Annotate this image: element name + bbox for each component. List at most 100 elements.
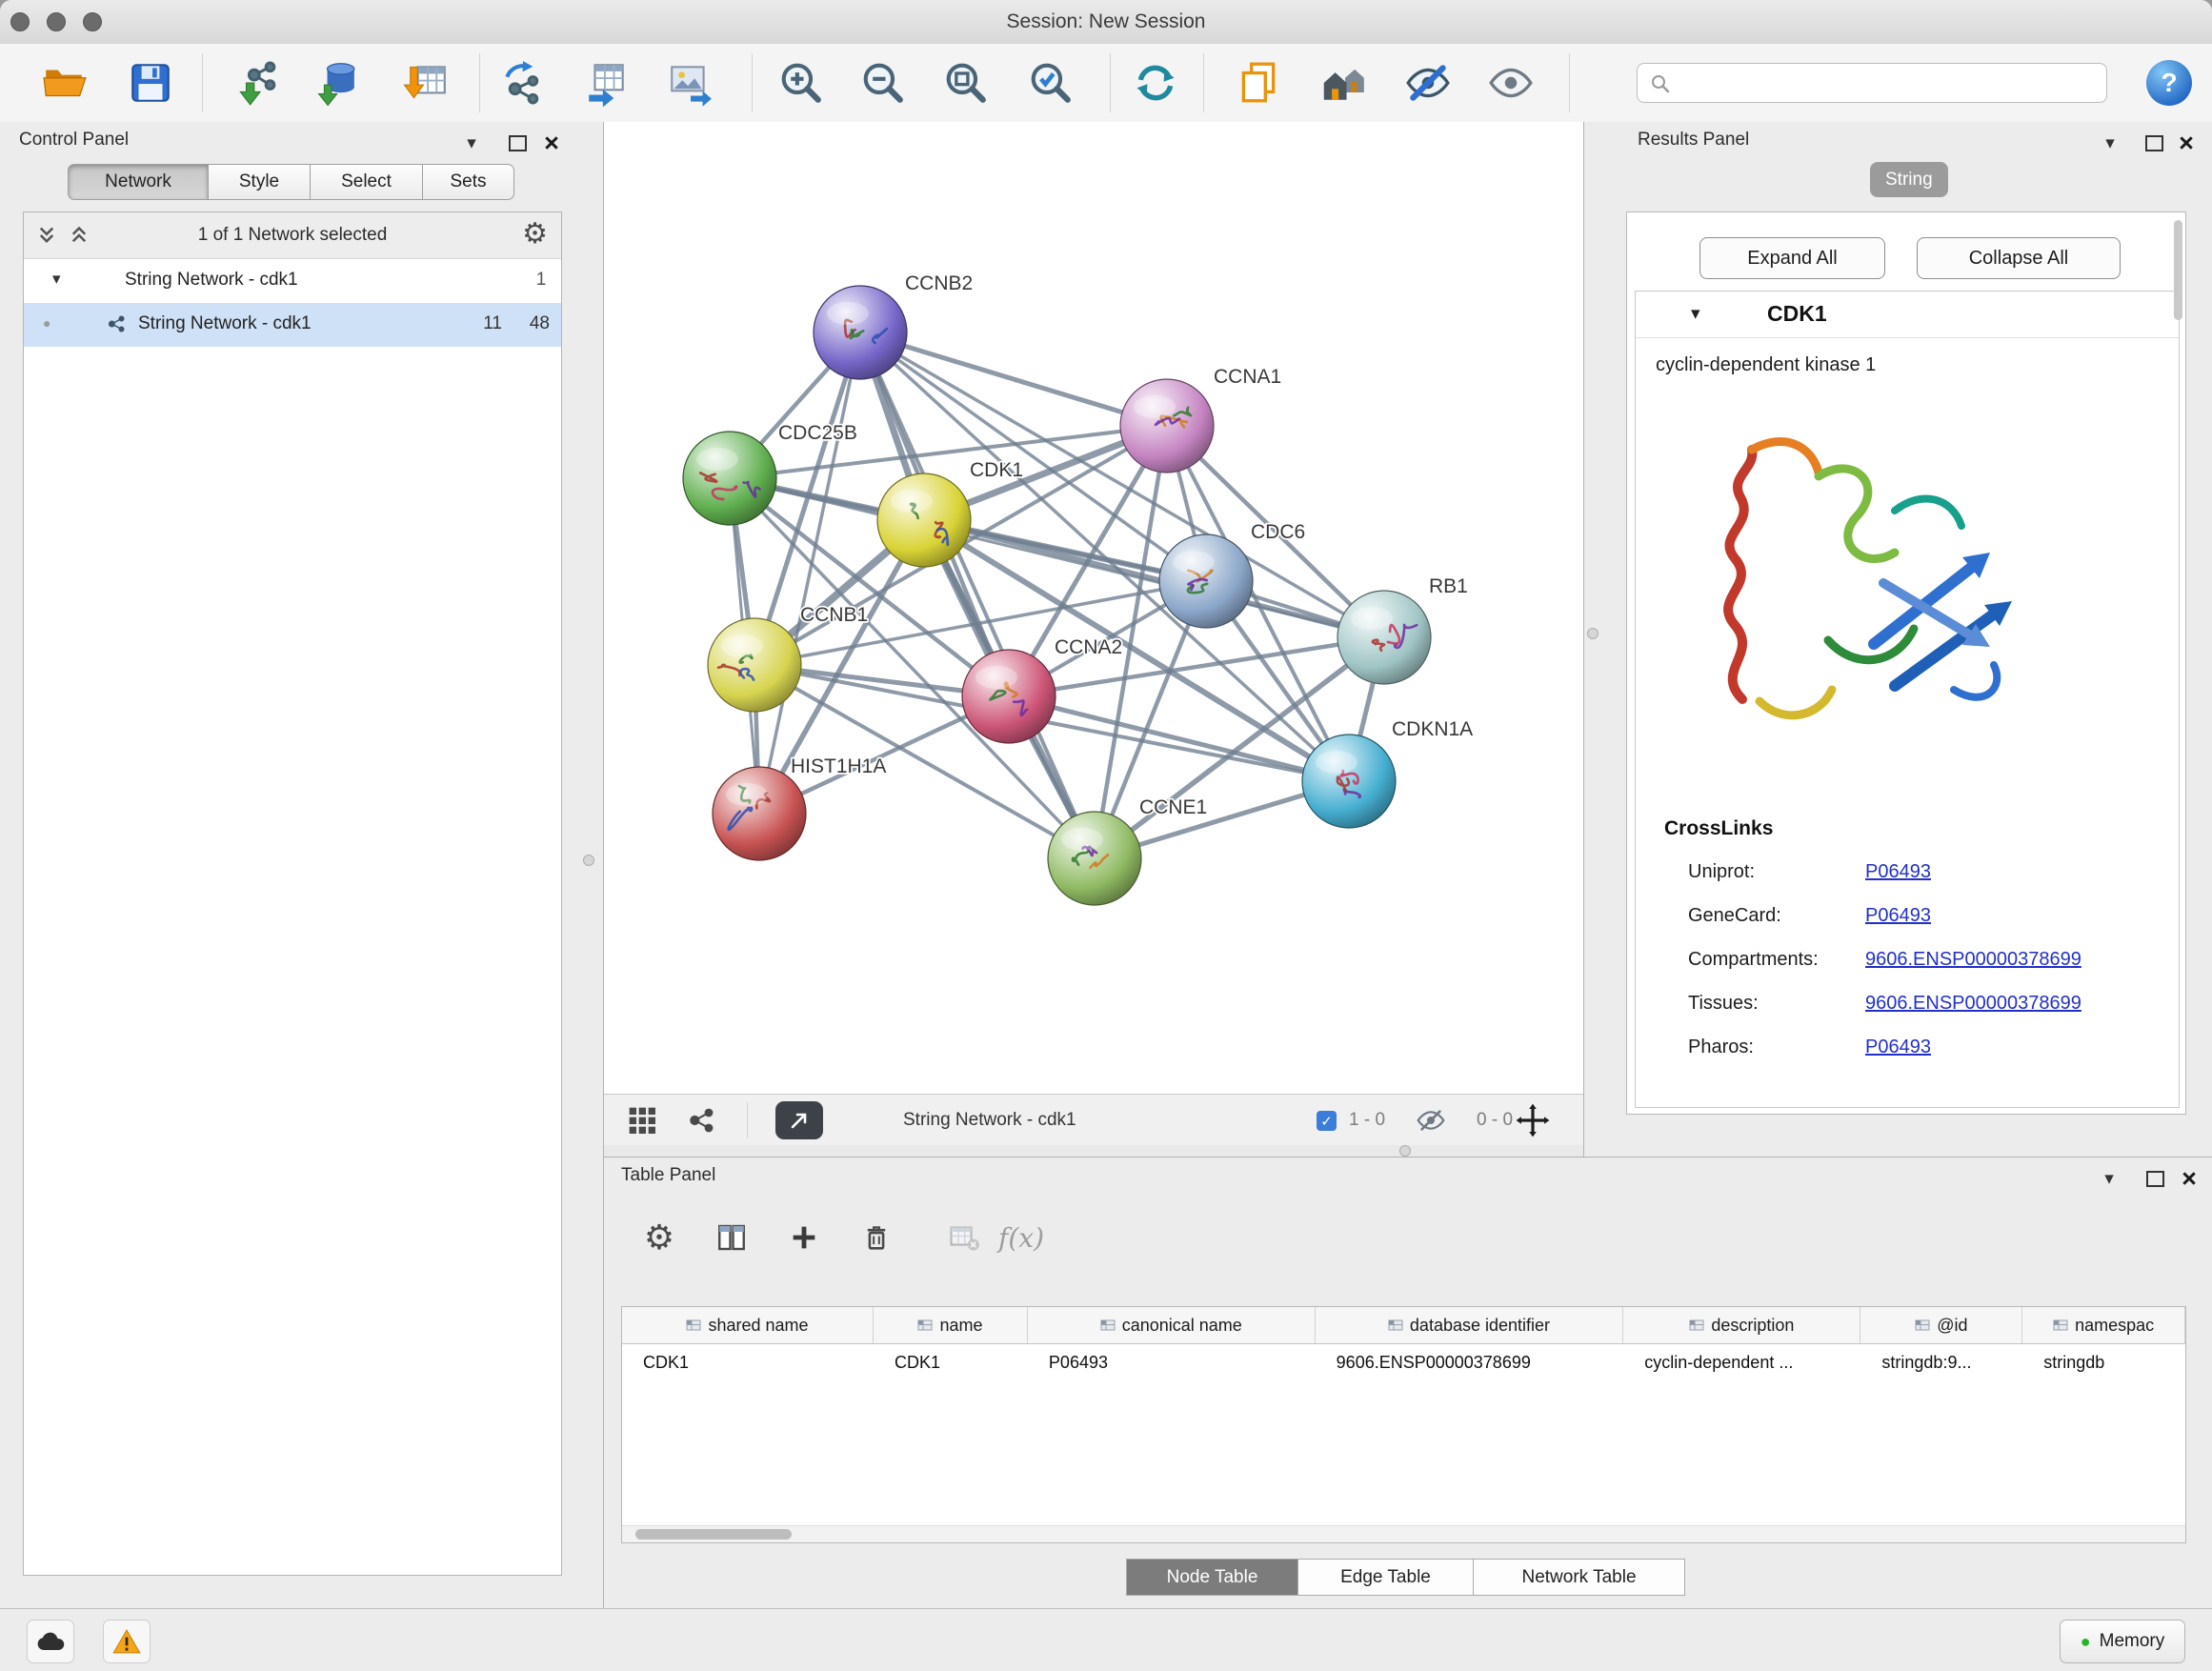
crosslink-pharos[interactable]: P06493 (1865, 1037, 1931, 1058)
table-row[interactable]: CDK1CDK1P064939606.ENSP00000378699cyclin… (622, 1344, 2185, 1380)
warnings-button[interactable] (103, 1620, 151, 1663)
delete-table-button[interactable] (939, 1213, 989, 1262)
apply-layout-button[interactable] (1130, 57, 1181, 109)
search-input[interactable] (1679, 66, 2102, 100)
network-node-CCNB2[interactable] (814, 286, 907, 379)
table-cell[interactable]: stringdb:9... (1860, 1344, 2022, 1380)
network-node-CCNE1[interactable] (1048, 812, 1141, 905)
export-image-button[interactable] (664, 57, 715, 109)
network-edge[interactable] (860, 332, 1095, 858)
export-table-button[interactable] (581, 57, 633, 109)
network-node-CDK1[interactable] (877, 473, 971, 567)
column-header--id[interactable]: @id (1860, 1307, 2022, 1343)
tab-sets[interactable]: Sets (423, 164, 514, 200)
import-network-database-button[interactable] (312, 57, 364, 109)
external-link-arrow-icon (788, 1109, 811, 1132)
network-node-CDC25B[interactable] (683, 432, 776, 525)
node-label-HIST1H1A: HIST1H1A (791, 755, 886, 777)
results-panel-close-button[interactable]: × (2171, 126, 2202, 160)
network-row-selected[interactable]: ● String Network - cdk1 11 48 (24, 303, 561, 347)
tab-network[interactable]: Network (68, 164, 209, 200)
open-in-new-view-button[interactable] (775, 1101, 823, 1139)
control-panel-close-button[interactable]: × (536, 126, 567, 160)
table-options-button[interactable]: ⚙ (634, 1213, 684, 1262)
results-panel-float-button[interactable] (2139, 126, 2169, 160)
pan-mode-button[interactable] (1515, 1095, 1551, 1146)
table-cell[interactable]: stringdb (2022, 1344, 2185, 1380)
open-session-button[interactable] (39, 57, 90, 109)
table-panel-close-button[interactable]: × (2174, 1161, 2204, 1196)
tab-string[interactable]: String (1870, 162, 1948, 197)
column-header-canonical-name[interactable]: canonical name (1028, 1307, 1316, 1343)
column-header-namespac[interactable]: namespac (2022, 1307, 2185, 1343)
control-panel-float-button[interactable] (502, 126, 533, 160)
table-panel-collapse-button[interactable]: ▾ (2094, 1161, 2124, 1196)
help-button[interactable]: ? (2146, 60, 2192, 106)
table-cell[interactable]: 9606.ENSP00000378699 (1316, 1344, 1624, 1380)
tab-style[interactable]: Style (209, 164, 311, 200)
save-session-button[interactable] (125, 57, 176, 109)
expand-all-button[interactable]: Expand All (1699, 237, 1885, 279)
network-edge[interactable] (759, 332, 860, 814)
control-panel-collapse-button[interactable]: ▾ (456, 126, 487, 160)
new-network-button[interactable] (497, 57, 549, 109)
selected-indicator-checkbox[interactable]: ✓ (1317, 1111, 1337, 1131)
birdseye-view-button[interactable] (627, 1095, 657, 1146)
tab-select[interactable]: Select (311, 164, 423, 200)
gene-section-header[interactable]: ▾ CDK1 (1636, 292, 2179, 338)
right-splitter-handle[interactable] (1587, 628, 1599, 639)
column-header-name[interactable]: name (874, 1307, 1028, 1343)
table-cell[interactable]: P06493 (1028, 1344, 1316, 1380)
eye-slash-icon (1404, 59, 1452, 107)
tab-network-table[interactable]: Network Table (1474, 1559, 1685, 1596)
crosslink-compartments[interactable]: 9606.ENSP00000378699 (1865, 949, 2081, 971)
network-collection-row[interactable]: ▾ String Network - cdk1 1 (24, 259, 561, 303)
bottom-splitter-handle[interactable] (1399, 1145, 1411, 1157)
table-cell[interactable]: cyclin-dependent ... (1623, 1344, 1860, 1380)
function-builder-button[interactable]: f(x) (996, 1213, 1046, 1262)
network-edge[interactable] (860, 332, 1167, 426)
network-node-CCNA1[interactable] (1120, 379, 1214, 473)
network-style-button[interactable] (686, 1095, 716, 1146)
left-splitter-handle[interactable] (583, 855, 594, 866)
table-panel-float-button[interactable] (2140, 1161, 2170, 1196)
network-canvas[interactable]: CCNB2CCNA1CDC25BCDK1CDC6RB1CCNB1CCNA2CDK… (604, 122, 1583, 1094)
network-node-RB1[interactable] (1337, 591, 1431, 684)
crosslink-tissues[interactable]: 9606.ENSP00000378699 (1865, 993, 2081, 1015)
zoom-fit-button[interactable] (939, 57, 991, 109)
home-networks-button[interactable] (1318, 57, 1370, 109)
results-panel-collapse-button[interactable]: ▾ (2095, 126, 2125, 160)
zoom-out-button[interactable] (856, 57, 908, 109)
tab-edge-table[interactable]: Edge Table (1298, 1559, 1474, 1596)
column-header-shared-name[interactable]: shared name (622, 1307, 874, 1343)
table-cell[interactable]: CDK1 (874, 1344, 1028, 1380)
network-node-CCNA2[interactable] (962, 650, 1056, 743)
crosslink-uniprot[interactable]: P06493 (1865, 861, 1931, 883)
cloud-status-button[interactable] (27, 1620, 74, 1663)
crosslink-genecard[interactable]: P06493 (1865, 905, 1931, 927)
zoom-in-button[interactable] (774, 57, 826, 109)
network-node-HIST1H1A[interactable] (713, 767, 806, 860)
network-node-CDC6[interactable] (1159, 534, 1253, 628)
tab-node-table[interactable]: Node Table (1126, 1559, 1298, 1596)
column-header-database-identifier[interactable]: database identifier (1316, 1307, 1624, 1343)
collapse-all-button[interactable]: Collapse All (1917, 237, 2121, 279)
create-column-button[interactable] (779, 1213, 829, 1262)
network-node-CDKN1A[interactable] (1302, 735, 1396, 828)
network-node-CCNB1[interactable] (708, 618, 801, 712)
delete-columns-button[interactable] (852, 1213, 901, 1262)
zoom-selected-button[interactable] (1024, 57, 1076, 109)
column-header-description[interactable]: description (1623, 1307, 1860, 1343)
show-elements-button[interactable] (1485, 57, 1537, 109)
import-table-file-button[interactable] (400, 57, 452, 109)
hide-elements-button[interactable] (1402, 57, 1454, 109)
table-hscrollbar-thumb[interactable] (635, 1529, 792, 1540)
import-network-file-button[interactable] (232, 57, 284, 109)
table-hscrollbar[interactable] (622, 1525, 2185, 1542)
memory-button[interactable]: ● Memory (2060, 1620, 2185, 1663)
table-cell[interactable]: CDK1 (622, 1344, 874, 1380)
network-options-button[interactable]: ⚙ (522, 220, 548, 249)
hidden-indicator[interactable] (1416, 1095, 1446, 1146)
show-columns-button[interactable] (707, 1213, 756, 1262)
copy-document-button[interactable] (1233, 57, 1284, 109)
